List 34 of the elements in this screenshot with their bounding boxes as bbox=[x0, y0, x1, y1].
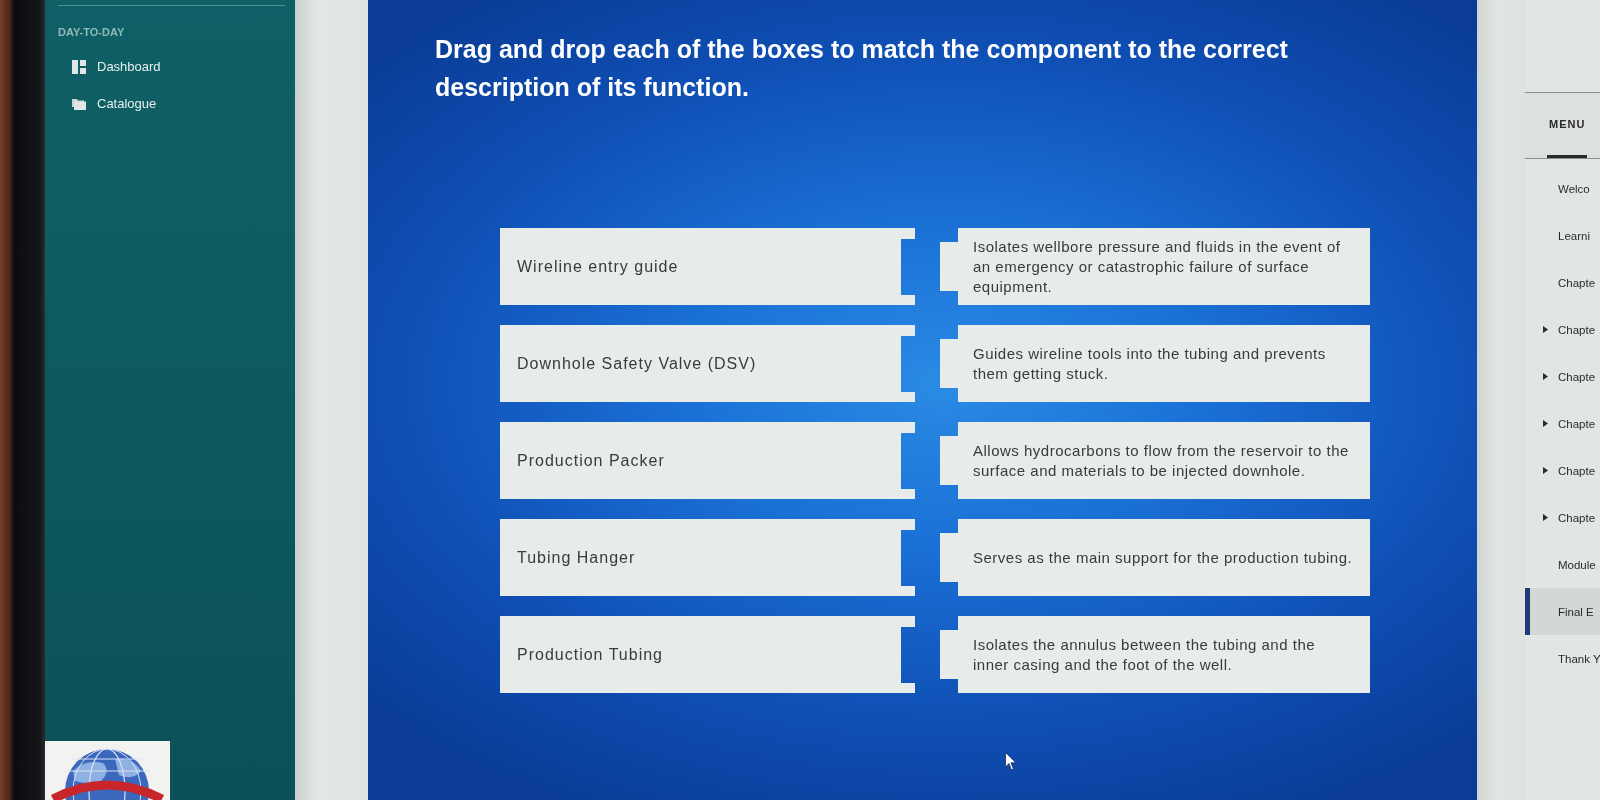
component-card[interactable]: Production Tubing bbox=[500, 616, 915, 693]
caret-icon bbox=[1543, 420, 1548, 427]
menu-item[interactable]: Chapte bbox=[1525, 494, 1600, 541]
menu-item[interactable]: Chapte bbox=[1525, 400, 1600, 447]
menu-item[interactable]: Welco bbox=[1525, 165, 1600, 212]
section-heading: DAY-TO-DAY bbox=[58, 25, 126, 39]
caret-icon bbox=[1543, 467, 1548, 474]
description-card[interactable]: Guides wireline tools into the tubing and prevents them getting stuck. bbox=[940, 325, 1370, 402]
description-card[interactable]: Isolates wellbore pressure and fluids in the event of an emergency or catastrophic failure of surface equipment. bbox=[940, 228, 1370, 305]
component-card[interactable]: Production Packer bbox=[500, 422, 915, 499]
dashboard-icon bbox=[72, 59, 86, 74]
caret-icon bbox=[1543, 514, 1548, 521]
menu-item[interactable]: Learni bbox=[1525, 212, 1600, 259]
menu-item[interactable]: Chapte bbox=[1525, 353, 1600, 400]
caret-icon bbox=[1543, 326, 1548, 333]
description-card[interactable]: Allows hydrocarbons to flow from the reservoir to the surface and materials to be injected downhole. bbox=[940, 422, 1370, 499]
caret-icon bbox=[1543, 373, 1548, 380]
menu-item[interactable]: Chapte bbox=[1525, 306, 1600, 353]
instruction-text: Drag and drop each of the boxes to match the component to the correct description of its function. bbox=[435, 34, 1289, 103]
menu-item[interactable]: Module bbox=[1525, 541, 1600, 588]
menu-item[interactable]: Chapte bbox=[1525, 447, 1600, 494]
sidebar-item[interactable]: Catalogue bbox=[45, 85, 295, 122]
description-card[interactable]: Isolates the annulus between the tubing and the inner casing and the foot of the well. bbox=[940, 616, 1370, 693]
description-card[interactable]: Serves as the main support for the production tubing. bbox=[940, 519, 1370, 596]
menu-item[interactable]: Chapte bbox=[1525, 259, 1600, 306]
component-card[interactable]: Downhole Safety Valve (DSV) bbox=[500, 325, 915, 402]
menu-item[interactable]: Thank Y bbox=[1525, 635, 1600, 682]
component-card[interactable]: Wireline entry guide bbox=[500, 228, 915, 305]
globe-logo-icon bbox=[45, 741, 170, 800]
menu-item[interactable]: Final E bbox=[1525, 588, 1600, 635]
component-card[interactable]: Tubing Hanger bbox=[500, 519, 915, 596]
folder-icon bbox=[72, 96, 86, 111]
mouse-pointer-icon bbox=[1005, 752, 1017, 771]
sidebar-item[interactable]: Dashboard bbox=[45, 48, 295, 85]
